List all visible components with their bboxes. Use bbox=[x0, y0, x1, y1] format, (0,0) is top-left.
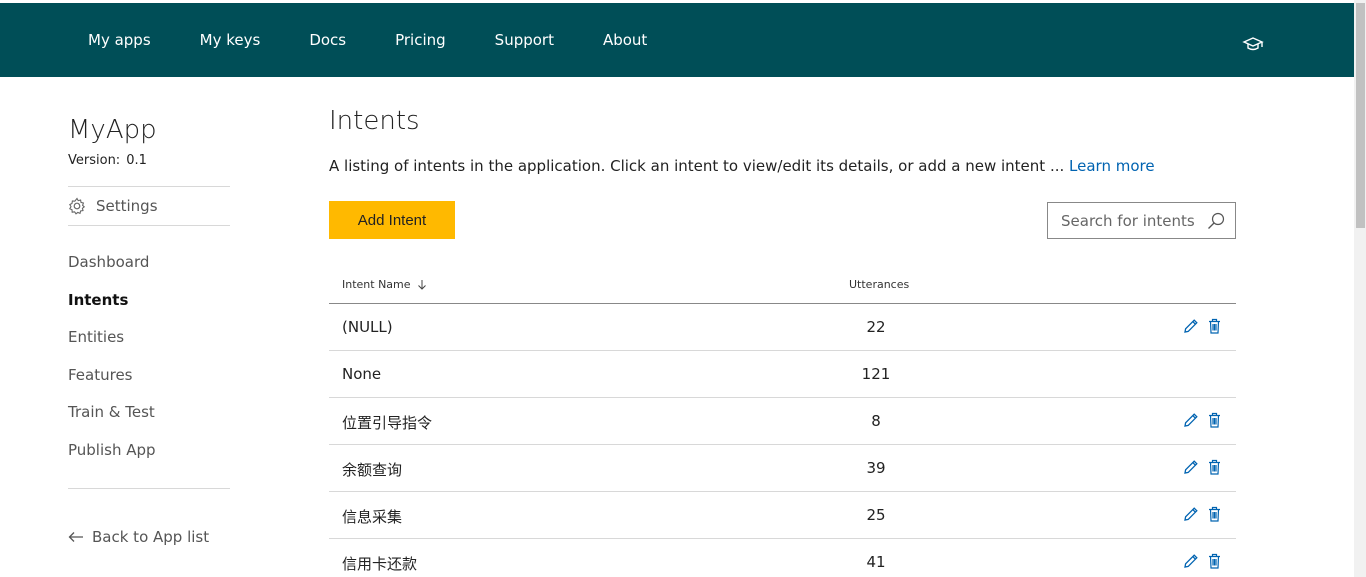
utterance-count: 22 bbox=[866, 318, 886, 336]
table-body: (NULL) 22 None 121 位置引导指令 8 余额查询 39 信息采集 25 信用卡还款 4… bbox=[329, 304, 1236, 577]
sidebar-item-dashboard[interactable]: Dashboard bbox=[68, 244, 230, 282]
utterance-count: 39 bbox=[866, 459, 886, 477]
sidebar-item-entities[interactable]: Entities bbox=[68, 319, 230, 357]
nav-pricing[interactable]: Pricing bbox=[395, 31, 446, 49]
top-navigation-bar: My apps My keys Docs Pricing Support Abo… bbox=[0, 3, 1354, 77]
sidebar-divider bbox=[68, 225, 230, 226]
graduation-cap-icon[interactable] bbox=[1242, 36, 1264, 54]
utterance-count: 121 bbox=[861, 365, 891, 383]
intent-name[interactable]: 余额查询 bbox=[342, 459, 402, 480]
sidebar-item-features[interactable]: Features bbox=[68, 357, 230, 395]
nav-about[interactable]: About bbox=[603, 31, 647, 49]
utterance-count: 41 bbox=[866, 553, 886, 571]
table-row[interactable]: 位置引导指令 8 bbox=[329, 398, 1236, 445]
nav-my-keys[interactable]: My keys bbox=[200, 31, 261, 49]
sidebar-item-publish-app[interactable]: Publish App bbox=[68, 432, 230, 470]
intent-name[interactable]: 位置引导指令 bbox=[342, 412, 432, 433]
add-intent-button[interactable]: Add Intent bbox=[329, 201, 455, 239]
settings-link[interactable]: Settings bbox=[68, 187, 230, 225]
nav-docs[interactable]: Docs bbox=[309, 31, 346, 49]
edit-pencil-icon[interactable] bbox=[1182, 411, 1199, 429]
intent-name[interactable]: 信息采集 bbox=[342, 506, 402, 527]
description-text: A listing of intents in the application.… bbox=[329, 157, 1065, 175]
sidebar-item-train-test[interactable]: Train & Test bbox=[68, 394, 230, 432]
row-actions bbox=[1182, 552, 1223, 570]
table-header: Intent Name Utterances bbox=[329, 270, 1236, 304]
edit-pencil-icon[interactable] bbox=[1182, 505, 1199, 523]
back-label: Back to App list bbox=[92, 528, 210, 546]
intents-table: Intent Name Utterances (NULL) 22 None 121 位置… bbox=[329, 270, 1236, 577]
table-row[interactable]: 信息采集 25 bbox=[329, 492, 1236, 539]
intent-name[interactable]: 信用卡还款 bbox=[342, 553, 417, 574]
utterance-count: 25 bbox=[866, 506, 886, 524]
app-name: MyApp bbox=[68, 115, 157, 145]
edit-pencil-icon[interactable] bbox=[1182, 317, 1199, 335]
intent-name[interactable]: (NULL) bbox=[342, 318, 393, 336]
search-box bbox=[1047, 202, 1236, 239]
delete-trash-icon[interactable] bbox=[1206, 552, 1223, 570]
sidebar-item-intents[interactable]: Intents bbox=[68, 282, 230, 320]
search-icon[interactable] bbox=[1207, 212, 1225, 230]
nav-support[interactable]: Support bbox=[495, 31, 554, 49]
table-row[interactable]: (NULL) 22 bbox=[329, 304, 1236, 351]
sidebar-divider bbox=[68, 487, 230, 489]
version-label: Version: bbox=[68, 153, 121, 168]
delete-trash-icon[interactable] bbox=[1206, 317, 1223, 335]
page-description: A listing of intents in the application.… bbox=[329, 157, 1155, 175]
row-actions bbox=[1182, 317, 1223, 335]
edit-pencil-icon[interactable] bbox=[1182, 458, 1199, 476]
utterance-count: 8 bbox=[871, 412, 881, 430]
table-row[interactable]: 余额查询 39 bbox=[329, 445, 1236, 492]
column-header-utterances[interactable]: Utterances bbox=[849, 278, 909, 291]
back-to-app-list-link[interactable]: Back to App list bbox=[68, 528, 209, 546]
search-input[interactable] bbox=[1048, 203, 1198, 238]
delete-trash-icon[interactable] bbox=[1206, 411, 1223, 429]
table-row[interactable]: 信用卡还款 41 bbox=[329, 539, 1236, 577]
arrow-left-icon bbox=[68, 532, 83, 542]
row-actions bbox=[1182, 505, 1223, 523]
nav-my-apps[interactable]: My apps bbox=[88, 31, 151, 49]
top-nav: My apps My keys Docs Pricing Support Abo… bbox=[88, 3, 696, 77]
learn-more-link[interactable]: Learn more bbox=[1069, 157, 1155, 175]
version-value: 0.1 bbox=[126, 153, 147, 168]
sort-descending-icon bbox=[417, 280, 426, 290]
row-actions bbox=[1182, 458, 1223, 476]
intent-name[interactable]: None bbox=[342, 365, 381, 383]
table-row[interactable]: None 121 bbox=[329, 351, 1236, 398]
settings-label: Settings bbox=[96, 197, 158, 215]
column-label: Intent Name bbox=[342, 278, 411, 291]
delete-trash-icon[interactable] bbox=[1206, 505, 1223, 523]
page-title: Intents bbox=[329, 106, 420, 136]
edit-pencil-icon[interactable] bbox=[1182, 552, 1199, 570]
sidebar-nav: Dashboard Intents Entities Features Trai… bbox=[68, 244, 230, 470]
gear-icon bbox=[69, 197, 86, 215]
app-version: Version: 0.1 bbox=[68, 153, 230, 168]
sidebar: MyApp Version: 0.1 Settings Dashboard In… bbox=[68, 113, 230, 489]
column-header-intent-name[interactable]: Intent Name bbox=[342, 278, 427, 291]
scrollbar-thumb[interactable] bbox=[1356, 3, 1365, 228]
row-actions bbox=[1182, 411, 1223, 429]
delete-trash-icon[interactable] bbox=[1206, 458, 1223, 476]
